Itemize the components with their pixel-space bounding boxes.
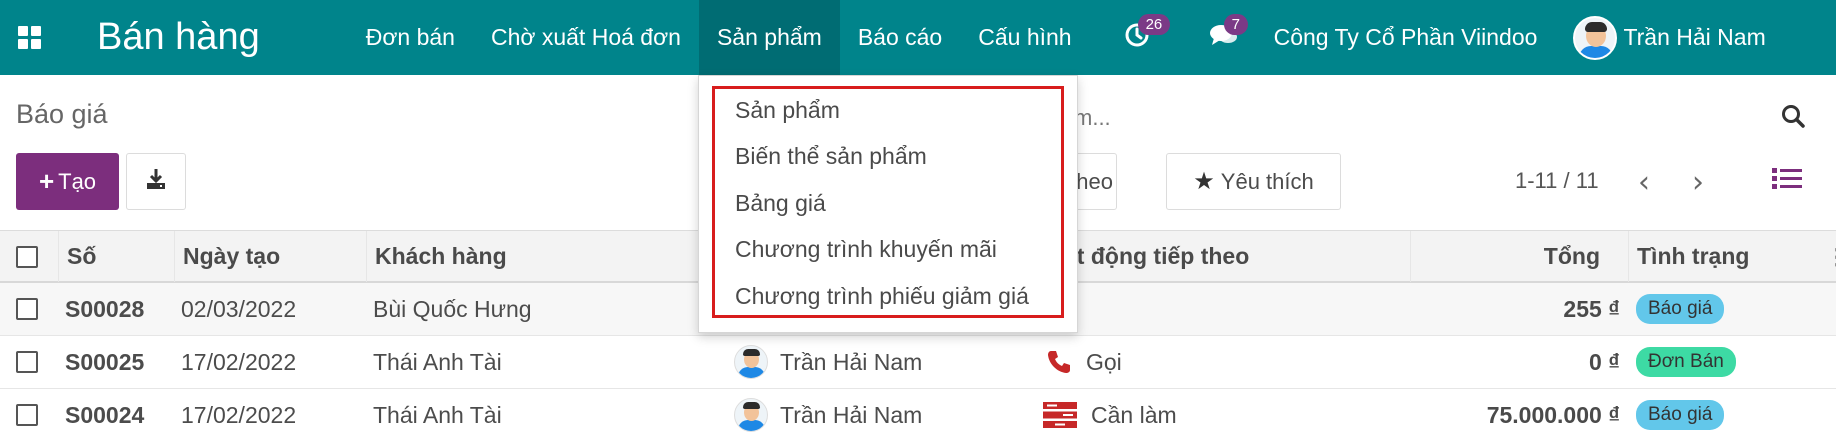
message-count-badge: 7 [1223,14,1248,35]
search-icon[interactable] [1780,103,1806,129]
column-header-status[interactable]: Tình trạng [1628,231,1818,282]
activity-label: Cần làm [1091,401,1177,428]
order-total: 75.000.000 ₫ [1486,401,1620,428]
create-button-label: Tạo [58,168,97,194]
company-switcher[interactable]: Công Ty Cổ Phần Viindoo [1274,24,1538,51]
dropdown-item-products[interactable]: Sản phẩm [735,97,840,124]
customer-name: Thái Anh Tài [373,401,502,428]
row-checkbox[interactable] [16,351,38,373]
dropdown-item-product-variants[interactable]: Biến thể sản phẩm [735,143,927,170]
order-number: S00024 [65,401,145,428]
menu-item-configuration[interactable]: Cấu hình [960,0,1089,75]
star-icon: ★ [1193,168,1215,195]
menu-item-reporting[interactable]: Báo cáo [840,0,960,75]
column-header-number[interactable]: Số [58,231,174,282]
column-options-icon[interactable]: ⋮ [1818,231,1836,282]
order-number: S00028 [65,295,145,322]
download-icon [144,167,168,196]
row-checkbox-cell[interactable] [16,389,38,439]
list-view-icon[interactable] [1772,166,1802,192]
avatar [1573,15,1618,60]
search-input[interactable]: m... [1074,105,1111,131]
user-menu[interactable]: Trần Hải Nam [1573,15,1766,60]
column-header-next-activity[interactable]: ạt động tiếp theo [1056,231,1410,282]
order-number: S00025 [65,348,145,375]
select-all-checkbox[interactable] [16,245,38,268]
select-all-checkbox-cell[interactable] [0,231,58,282]
top-navbar: Bán hàng Đơn bán Chờ xuất Hoá đơn Sản ph… [0,0,1836,75]
table-row[interactable]: S00025 17/02/2022 Thái Anh Tài Trần Hải … [0,336,1836,389]
products-dropdown-menu: Sản phẩm Biến thể sản phẩm Bảng giá Chươ… [698,75,1078,333]
order-date: 02/03/2022 [181,295,297,322]
favorites-button[interactable]: ★ Yêu thích [1166,153,1341,210]
status-badge-cell: Báo giá [1636,283,1725,335]
order-date: 17/02/2022 [181,401,297,428]
status-badge: Báo giá [1636,294,1725,324]
phone-icon [1046,349,1072,375]
pager-value[interactable]: 1-11 / 11 [1515,168,1599,194]
next-activity-cell[interactable]: Cần làm [1043,389,1177,439]
user-name: Trần Hải Nam [1623,24,1766,50]
salesperson-name: Trần Hải Nam [780,348,923,375]
row-checkbox-cell[interactable] [16,336,38,388]
table-row[interactable]: S00024 17/02/2022 Thái Anh Tài Trần Hải … [0,389,1836,439]
menu-item-products[interactable]: Sản phẩm [698,0,840,75]
row-checkbox[interactable] [16,404,38,426]
column-header-date[interactable]: Ngày tạo [174,231,366,282]
download-button[interactable] [126,153,186,210]
next-activity-cell[interactable]: Gọi [1046,336,1122,388]
breadcrumb: Báo giá [16,99,108,129]
status-badge-cell: Báo giá [1636,389,1725,439]
apps-menu-icon[interactable] [0,0,58,75]
salesperson-cell: Trần Hải Nam [734,389,922,439]
pager-previous-icon[interactable]: ‹ [1638,165,1650,200]
column-header-total[interactable]: Tổng [1410,231,1628,282]
order-date: 17/02/2022 [181,348,297,375]
menu-item-orders[interactable]: Đơn bán [348,0,473,75]
customer-name: Thái Anh Tài [373,348,502,375]
pager-next-icon[interactable]: › [1692,165,1704,200]
row-checkbox[interactable] [16,298,38,320]
customer-name: Bùi Quốc Hưng [373,295,532,322]
status-badge: Báo giá [1636,400,1725,430]
app-brand[interactable]: Bán hàng [97,16,260,59]
messaging-menu[interactable]: 7 [1184,0,1262,75]
activity-count-badge: 26 [1137,14,1171,35]
dropdown-item-coupon-programs[interactable]: Chương trình phiếu giảm giá [735,283,1029,310]
salesperson-name: Trần Hải Nam [780,401,923,428]
column-header-customer[interactable]: Khách hàng [366,231,696,282]
activity-label: Gọi [1086,348,1122,375]
tasks-icon [1043,401,1077,429]
row-checkbox-cell[interactable] [16,283,38,335]
order-total: 0 ₫ [1589,348,1620,375]
create-button[interactable]: + Tạo [16,153,119,210]
avatar [734,398,768,432]
dropdown-item-promotion-programs[interactable]: Chương trình khuyến mãi [735,236,997,263]
plus-icon: + [38,166,55,196]
status-badge: Đơn Bán [1636,347,1736,377]
dropdown-item-pricelists[interactable]: Bảng giá [735,190,826,217]
favorites-label: Yêu thích [1220,168,1314,194]
order-total: 255 ₫ [1563,295,1620,322]
salesperson-cell: Trần Hải Nam [734,336,922,388]
avatar [734,345,768,379]
activity-menu[interactable]: 26 [1100,0,1174,75]
status-badge-cell: Đơn Bán [1636,336,1736,388]
menu-item-to-invoice[interactable]: Chờ xuất Hoá đơn [473,0,699,75]
